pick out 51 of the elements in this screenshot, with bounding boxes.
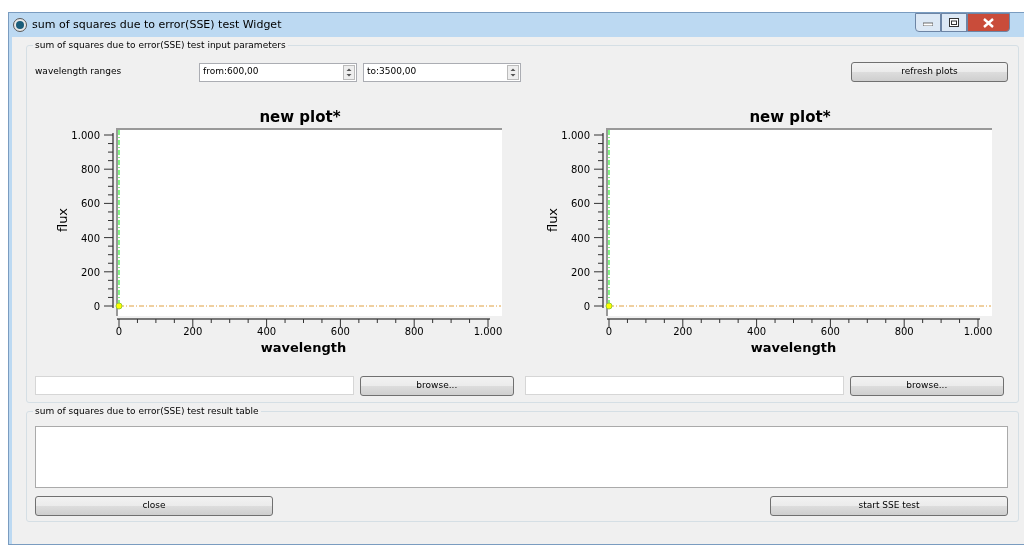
- x-tick-label: 1.000: [963, 326, 992, 337]
- minimize-icon[interactable]: [923, 19, 933, 26]
- file-path-field[interactable]: [35, 376, 354, 395]
- y-tick-label: 600: [80, 198, 100, 210]
- x-tick-label: 400: [257, 326, 277, 337]
- browse-button[interactable]: browse...: [359, 376, 514, 396]
- y-tick-label: 0: [93, 301, 100, 312]
- x-tick-label: 800: [894, 326, 914, 337]
- y-tick-label: 200: [570, 266, 590, 278]
- refresh-plots-button[interactable]: refresh plots: [851, 62, 1008, 82]
- maximize-icon[interactable]: [949, 18, 959, 27]
- close-window-button[interactable]: [967, 13, 1010, 32]
- y-tick-label: 800: [570, 164, 590, 176]
- y-tick-label: 0: [583, 301, 590, 312]
- y-tick-label: 600: [570, 198, 590, 210]
- close-button[interactable]: close: [35, 496, 273, 516]
- app-icon: [13, 18, 27, 32]
- wavelength-ranges-label: wavelength ranges: [35, 65, 123, 79]
- y-axis-label: flux: [55, 207, 70, 233]
- x-tick-label: 600: [820, 326, 840, 337]
- y-axis-label: flux: [545, 207, 560, 233]
- x-tick-label: 0: [605, 326, 613, 337]
- x-tick-label: 1.000: [473, 326, 502, 337]
- maximize-button[interactable]: [941, 13, 967, 32]
- y-tick-label: 200: [80, 266, 100, 278]
- x-tick-label: 200: [673, 326, 693, 337]
- file-path-field[interactable]: [525, 376, 844, 395]
- browse-button[interactable]: browse...: [849, 376, 1004, 396]
- x-axis-label: wavelength: [260, 340, 347, 355]
- close-icon[interactable]: [983, 17, 994, 28]
- x-tick-label: 800: [404, 326, 424, 337]
- to-spinbox[interactable]: to:3500,00: [363, 62, 521, 82]
- x-tick-label: 400: [747, 326, 767, 337]
- y-tick-label: 400: [80, 232, 100, 244]
- group-title: sum of squares due to error(SSE) test result table: [33, 405, 261, 419]
- plot-title: new plot*: [749, 108, 831, 126]
- spin-arrows-icon[interactable]: [343, 64, 355, 80]
- x-axis-label: wavelength: [750, 340, 837, 355]
- y-tick-label: 1.000: [561, 130, 590, 141]
- y-tick-label: 400: [570, 232, 590, 244]
- x-tick-label: 200: [183, 326, 203, 337]
- y-tick-label: 1.000: [71, 130, 100, 141]
- from-spinbox[interactable]: from:600,00: [199, 62, 357, 82]
- spin-arrows-icon[interactable]: [507, 64, 519, 80]
- start-sse-test-button[interactable]: start SSE test: [770, 496, 1008, 516]
- x-tick-label: 0: [115, 326, 123, 337]
- plot-title: new plot*: [259, 108, 341, 126]
- y-tick-label: 800: [80, 164, 100, 176]
- x-tick-label: 600: [330, 326, 350, 337]
- group-title: sum of squares due to error(SSE) test input parameters: [33, 39, 288, 53]
- window-title: sum of squares due to error(SSE) test Widget: [32, 16, 282, 33]
